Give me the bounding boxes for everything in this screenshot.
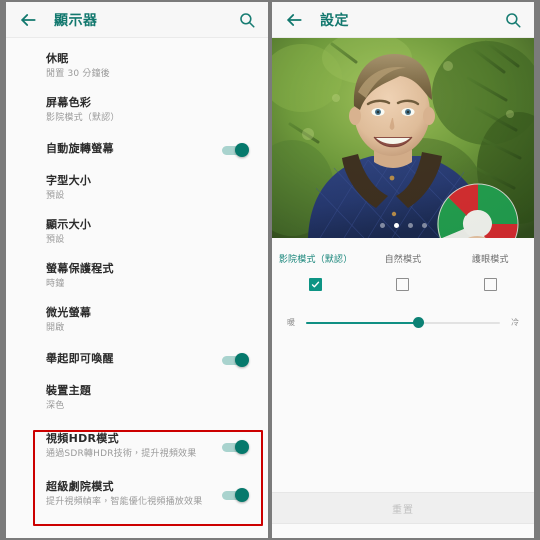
page-dot-active[interactable]: [393, 223, 399, 228]
list-item-title: 自動旋轉螢幕: [46, 142, 114, 155]
slider-thumb[interactable]: [413, 317, 425, 328]
mode-checkbox-eyecare[interactable]: [483, 278, 497, 291]
list-item-title: 字型大小: [46, 174, 92, 187]
list-item-subtitle: 通過SDR轉HDR技術，提升視頻效果: [46, 449, 197, 459]
list-item-title: 視頻HDR模式: [46, 432, 119, 445]
left-app-bar: 顯示器: [6, 2, 268, 38]
color-mode-panel: 影院模式（默認） 自然模式 護眼模式 暖 冷 重置: [272, 238, 534, 538]
screenshot-stage: 顯示器 休眠 閒置 30 分鐘後 屏幕色彩 影院模式（默認） 自動旋轉螢幕 字型…: [0, 0, 540, 540]
list-item[interactable]: 休眠 閒置 30 分鐘後: [6, 44, 268, 88]
toggle-knob: [235, 353, 249, 367]
list-item[interactable]: 微光螢幕 開啟: [6, 298, 268, 342]
list-item-subtitle: 提升視頻幀率，智能優化視頻播放效果: [46, 497, 203, 507]
slider-track[interactable]: [306, 317, 500, 328]
right-app-bar: 設定: [272, 2, 534, 38]
mode-option-natural[interactable]: 自然模式: [359, 252, 446, 291]
reset-button[interactable]: 重置: [272, 492, 534, 524]
carousel-page-dots[interactable]: [272, 223, 534, 228]
mode-checkbox-cinema[interactable]: [309, 278, 323, 291]
list-item-super-cinema[interactable]: 超級劇院模式 提升視頻幀率，智能優化視頻播放效果: [6, 468, 268, 516]
settings-list[interactable]: 休眠 閒置 30 分鐘後 屏幕色彩 影院模式（默認） 自動旋轉螢幕 字型大小 預…: [6, 38, 268, 538]
list-item-title: 微光螢幕: [46, 306, 92, 319]
page-title: 設定: [320, 12, 349, 29]
list-item-subtitle: 時鐘: [46, 279, 65, 289]
mode-label: 自然模式: [384, 255, 422, 265]
list-item[interactable]: 舉起即可喚醒: [6, 342, 268, 376]
color-temperature-slider[interactable]: 暖 冷: [272, 295, 534, 328]
mode-option-cinema[interactable]: 影院模式（默認）: [272, 252, 359, 291]
list-item-title: 顯示大小: [46, 218, 92, 231]
list-item[interactable]: 裝置主題 深色: [6, 376, 268, 420]
mode-label: 影院模式（默認）: [278, 255, 353, 265]
page-dot[interactable]: [379, 223, 385, 228]
list-item-subtitle: 預設: [46, 191, 65, 201]
list-item-subtitle: 開啟: [46, 323, 65, 333]
list-item-subtitle: 深色: [46, 401, 65, 411]
toggle-knob: [235, 440, 249, 454]
search-icon[interactable]: [504, 11, 522, 29]
toggle-knob: [235, 488, 249, 502]
page-title: 顯示器: [54, 12, 98, 29]
list-item-title: 屏幕色彩: [46, 96, 92, 109]
list-item[interactable]: 自動旋轉螢幕: [6, 132, 268, 166]
preview-photo[interactable]: MIKASA: [272, 38, 534, 238]
reset-button-label: 重置: [392, 504, 414, 516]
list-item-title: 裝置主題: [46, 384, 92, 397]
search-icon[interactable]: [238, 11, 256, 29]
screen-color-settings-screen: 設定 影院模式（默認） 自然模式 護眼模式 暖 冷 重置: [272, 2, 534, 538]
super-cinema-toggle[interactable]: [222, 488, 250, 502]
list-item-title: 螢幕保護程式: [46, 262, 114, 275]
page-dot[interactable]: [421, 223, 427, 228]
mode-option-eyecare[interactable]: 護眼模式: [447, 252, 534, 291]
display-settings-screen: 顯示器 休眠 閒置 30 分鐘後 屏幕色彩 影院模式（默認） 自動旋轉螢幕 字型…: [6, 2, 268, 538]
list-item-subtitle: 預設: [46, 235, 65, 245]
mode-label: 護眼模式: [471, 255, 509, 265]
list-item-subtitle: 影院模式（默認）: [46, 113, 120, 123]
list-item-title: 超級劇院模式: [46, 480, 114, 493]
check-icon: [311, 281, 320, 288]
mode-checkbox-natural[interactable]: [396, 278, 410, 291]
back-arrow-icon[interactable]: [18, 10, 38, 30]
back-arrow-icon[interactable]: [284, 10, 304, 30]
list-item-video-hdr[interactable]: 視頻HDR模式 通過SDR轉HDR技術，提升視頻效果: [6, 420, 268, 468]
video-hdr-toggle[interactable]: [222, 440, 250, 454]
slider-fill: [306, 321, 419, 324]
auto-rotate-toggle[interactable]: [222, 143, 250, 157]
lift-to-wake-toggle[interactable]: [222, 353, 250, 367]
list-item[interactable]: 屏幕色彩 影院模式（默認）: [6, 88, 268, 132]
list-item[interactable]: 螢幕保護程式 時鐘: [6, 254, 268, 298]
list-item-title: 休眠: [46, 52, 69, 65]
toggle-knob: [235, 143, 249, 157]
slider-label-warm: 暖: [287, 318, 295, 327]
page-dot[interactable]: [407, 223, 413, 228]
color-mode-options: 影院模式（默認） 自然模式 護眼模式: [272, 238, 534, 295]
list-item[interactable]: 字型大小 預設: [6, 166, 268, 210]
list-item[interactable]: 顯示大小 預設: [6, 210, 268, 254]
list-item-subtitle: 閒置 30 分鐘後: [46, 69, 110, 79]
slider-label-cool: 冷: [511, 318, 519, 327]
list-item-title: 舉起即可喚醒: [46, 352, 114, 365]
